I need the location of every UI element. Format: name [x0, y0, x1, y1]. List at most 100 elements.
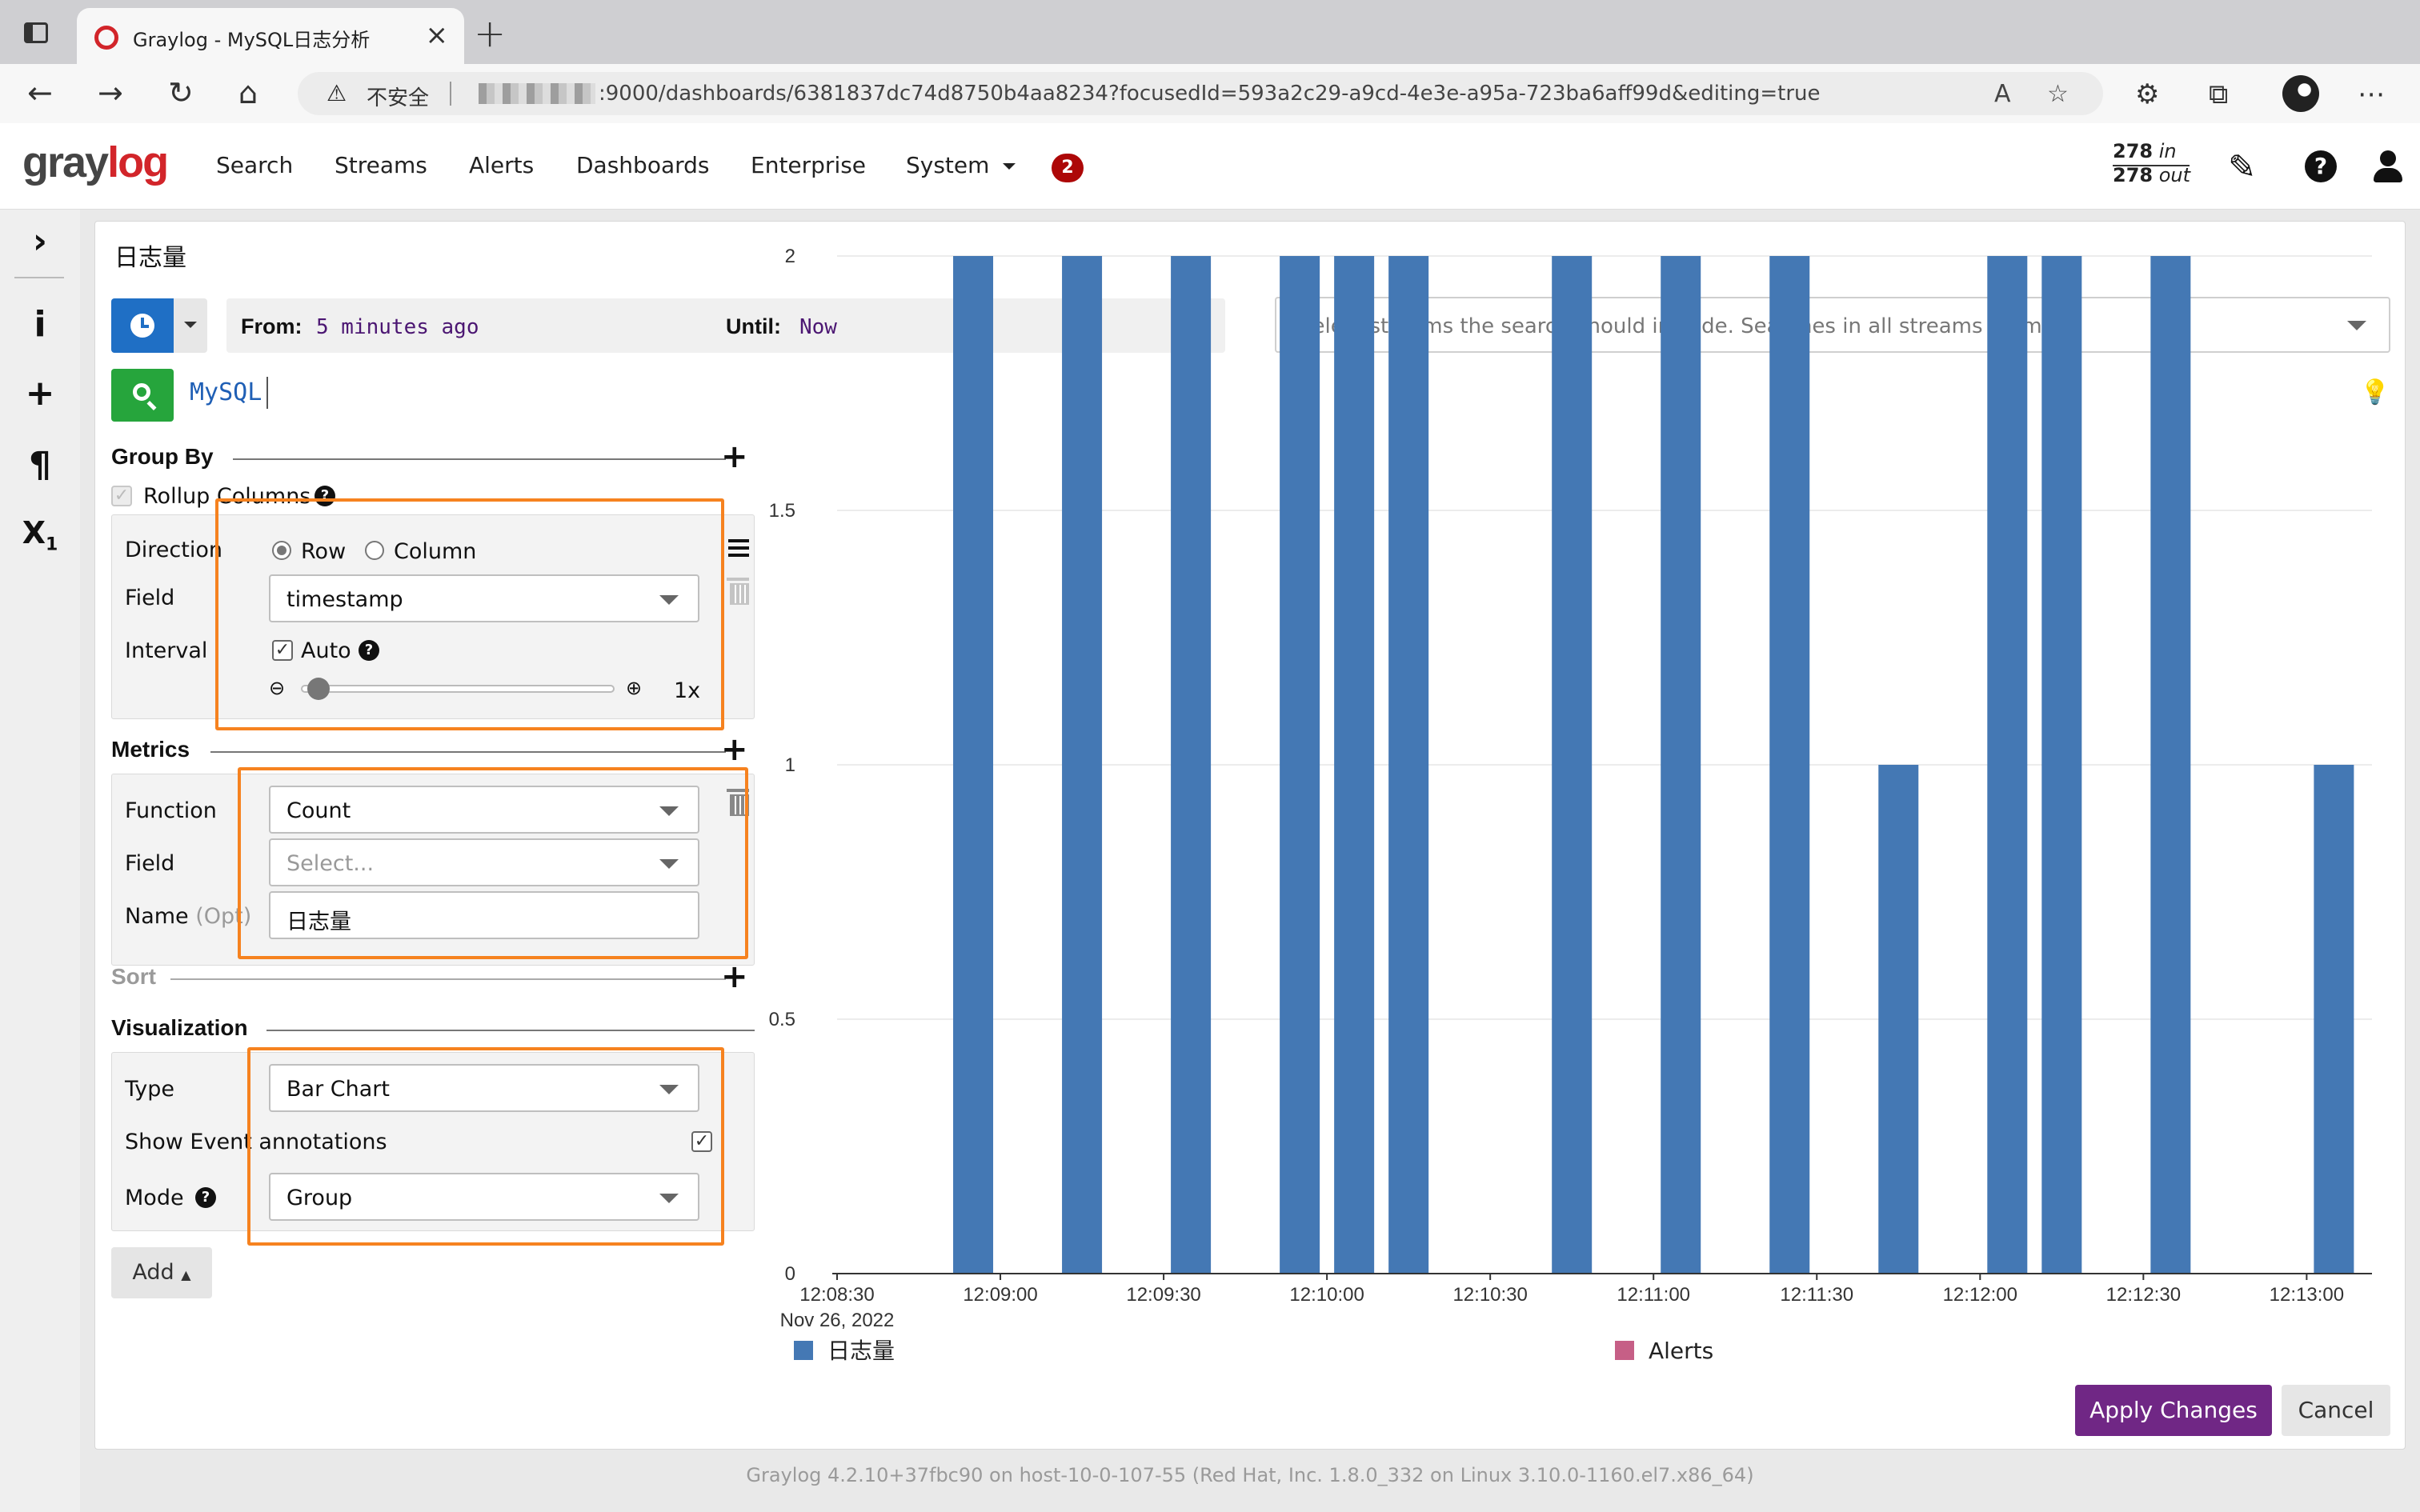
search-query-input[interactable]: MySQL: [190, 378, 262, 406]
y-tick-label: 0: [785, 1263, 795, 1285]
interval-slider-thumb[interactable]: [307, 678, 330, 700]
chevron-down-icon: [659, 806, 679, 816]
plus-icon[interactable]: +: [0, 373, 80, 414]
y-tick-label: 1.5: [769, 500, 795, 522]
interval-slider-track[interactable]: [301, 685, 615, 693]
user-icon[interactable]: [2374, 150, 2402, 182]
time-range-dropdown[interactable]: [174, 298, 207, 353]
bar[interactable]: [1062, 256, 1103, 1274]
bar[interactable]: [1769, 256, 1810, 1274]
legend-label[interactable]: Alerts: [1649, 1338, 1713, 1364]
direction-column-radio[interactable]: [365, 541, 384, 560]
nav-search[interactable]: Search: [216, 152, 293, 178]
bar[interactable]: [1388, 256, 1429, 1274]
add-button-label: Add: [132, 1260, 174, 1285]
direction-row-label[interactable]: Row: [301, 539, 346, 564]
nav-alerts[interactable]: Alerts: [469, 152, 534, 178]
caret-up-icon: ▲: [181, 1267, 191, 1282]
bar[interactable]: [1171, 256, 1212, 1274]
notification-badge[interactable]: 2: [1052, 154, 1084, 182]
more-options-icon[interactable]: ⋯: [2358, 78, 2385, 110]
new-tab-icon[interactable]: +: [474, 11, 506, 56]
bar[interactable]: [1987, 256, 2028, 1274]
mode-select[interactable]: Group: [269, 1173, 699, 1221]
nav-enterprise[interactable]: Enterprise: [751, 152, 866, 178]
widget-title[interactable]: 日志量: [114, 238, 186, 273]
back-icon[interactable]: ←: [27, 75, 53, 110]
info-icon[interactable]: i: [0, 304, 80, 345]
direction-label: Direction: [125, 538, 222, 562]
graylog-favicon-icon: [94, 26, 118, 50]
group-by-field-select[interactable]: timestamp: [269, 574, 699, 622]
rollup-columns-checkbox[interactable]: ✓: [111, 486, 132, 506]
bar[interactable]: [1552, 256, 1593, 1274]
reload-icon[interactable]: ↻: [168, 75, 194, 110]
help-icon[interactable]: ?: [359, 640, 379, 661]
apply-changes-button[interactable]: Apply Changes: [2075, 1385, 2272, 1436]
direction-column-label[interactable]: Column: [394, 539, 476, 564]
direction-row-radio[interactable]: [272, 541, 291, 560]
favorite-icon[interactable]: ☆: [2047, 80, 2069, 108]
warning-icon[interactable]: ⚠: [327, 80, 347, 106]
security-label[interactable]: 不安全: [367, 82, 429, 111]
help-icon[interactable]: ?: [2305, 150, 2337, 182]
bar[interactable]: [1661, 256, 1701, 1274]
read-aloud-icon[interactable]: A: [1994, 80, 2011, 108]
metric-field-select[interactable]: Select...: [269, 838, 699, 886]
chevron-right-icon[interactable]: ›: [0, 221, 80, 262]
bar[interactable]: [953, 256, 994, 1274]
tab-actions-icon[interactable]: [24, 22, 48, 43]
bar[interactable]: [2041, 256, 2082, 1274]
metric-function-select[interactable]: Count: [269, 786, 699, 834]
bar[interactable]: [1280, 256, 1320, 1274]
legend-swatch[interactable]: [794, 1341, 813, 1360]
x-tick-label: 12:10:00: [1289, 1284, 1364, 1306]
home-icon[interactable]: ⌂: [238, 75, 258, 110]
nav-system-label: System: [906, 152, 990, 178]
throughput-out-label: out: [2158, 164, 2191, 186]
zoom-in-icon[interactable]: ⊕: [626, 677, 642, 699]
zoom-out-icon[interactable]: ⊖: [269, 677, 285, 699]
metric-name-input[interactable]: 日志量: [269, 891, 699, 939]
nav-streams[interactable]: Streams: [335, 152, 427, 178]
collections-icon[interactable]: ⧉: [2209, 78, 2228, 110]
left-sidebar: › i + ¶ X1: [0, 210, 80, 1512]
metric-name-text: Name: [125, 904, 189, 929]
paragraph-icon[interactable]: ¶: [0, 445, 80, 486]
bar[interactable]: [1878, 765, 1919, 1274]
extensions-icon[interactable]: ⚙: [2135, 78, 2159, 110]
nav-dashboards[interactable]: Dashboards: [576, 152, 710, 178]
profile-avatar[interactable]: [2282, 75, 2319, 112]
url-input[interactable]: ⚠ 不安全 :9000/dashboards/6381837dc74d8750b…: [298, 72, 2103, 115]
add-button[interactable]: Add ▲: [111, 1247, 212, 1298]
footer-version: Graylog 4.2.10+37fbc90 on host-10-0-107-…: [746, 1464, 1754, 1486]
bar[interactable]: [2150, 256, 2191, 1274]
legend-swatch[interactable]: [1615, 1341, 1634, 1360]
search-button[interactable]: [111, 369, 174, 422]
text-cursor: [266, 377, 268, 409]
forward-icon[interactable]: →: [98, 75, 123, 110]
time-range-button[interactable]: [111, 298, 174, 353]
x-tick-label: 12:08:30: [799, 1284, 874, 1306]
throughput-divider: [2113, 165, 2190, 166]
browser-tab[interactable]: Graylog - MySQL日志分析 ×: [77, 8, 464, 64]
nav-system[interactable]: System: [906, 152, 1016, 178]
subscript-icon[interactable]: X1: [0, 515, 80, 555]
bar[interactable]: [2314, 765, 2354, 1274]
group-by-field-value: timestamp: [286, 587, 403, 612]
graylog-logo[interactable]: graylog: [22, 138, 169, 187]
sidebar-divider: [14, 277, 64, 278]
close-tab-icon[interactable]: ×: [426, 19, 449, 51]
visualization-type-select[interactable]: Bar Chart: [269, 1064, 699, 1112]
bar[interactable]: [1334, 256, 1375, 1274]
cancel-button[interactable]: Cancel: [2282, 1385, 2390, 1436]
metric-name-label: Name (Opt): [125, 904, 251, 929]
auto-interval-checkbox[interactable]: ✓: [272, 640, 293, 661]
help-icon[interactable]: ?: [195, 1187, 216, 1208]
event-annotations-checkbox[interactable]: ✓: [691, 1131, 712, 1152]
legend-label[interactable]: 日志量: [827, 1338, 895, 1364]
scratchpad-edit-icon[interactable]: ✎: [2228, 147, 2256, 186]
section-divider: [266, 1030, 755, 1031]
throughput-indicator[interactable]: 278 in 278 out: [2113, 139, 2190, 187]
help-icon[interactable]: ?: [315, 486, 335, 506]
